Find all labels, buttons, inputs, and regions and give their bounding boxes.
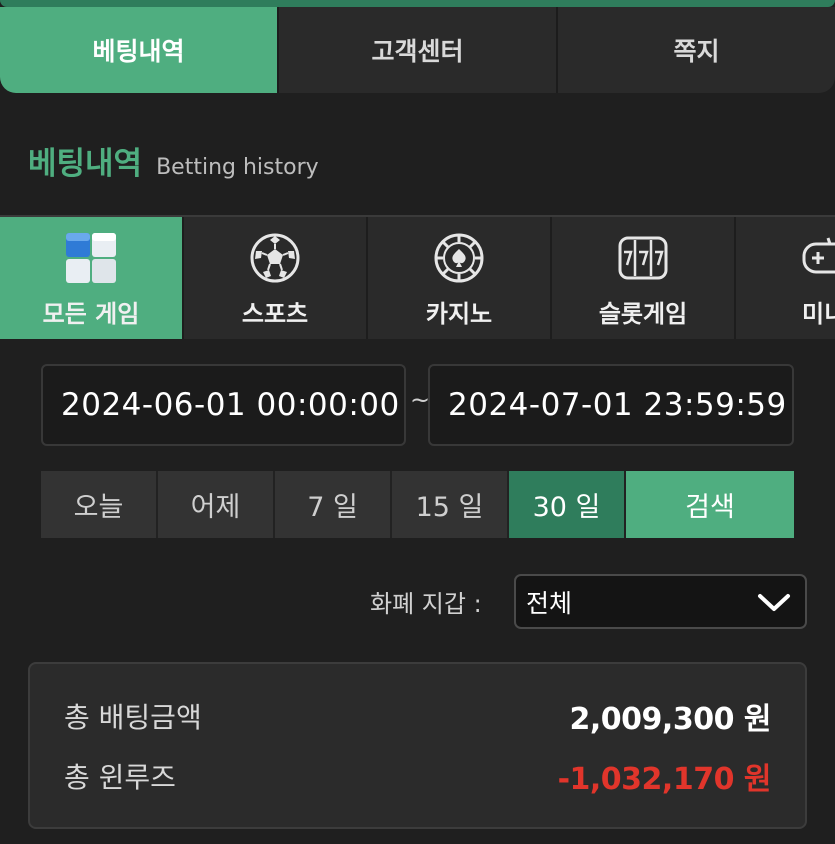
main-tabs: 베팅내역 고객센터 쪽지 xyxy=(0,7,835,93)
category-label: 스포츠 xyxy=(241,300,309,328)
range-yesterday-button[interactable]: 어제 xyxy=(158,471,275,538)
category-sports[interactable]: 스포츠 xyxy=(184,217,368,339)
page-title-en: Betting history xyxy=(156,155,319,180)
total-winloss-value: -1,032,170 원 xyxy=(557,762,772,797)
range-today-button[interactable]: 오늘 xyxy=(41,471,158,538)
category-slot[interactable]: 슬롯게임 xyxy=(552,217,736,339)
category-mini[interactable]: 미니 xyxy=(736,217,835,339)
start-date-input[interactable]: 2024-06-01 00:00:00 xyxy=(41,364,406,446)
total-winloss-label: 총 윈루즈 xyxy=(64,761,176,794)
wallet-label: 화폐 지갑 : xyxy=(370,590,482,618)
tab-customer-center[interactable]: 고객센터 xyxy=(279,7,558,93)
category-label: 미니 xyxy=(802,300,835,328)
end-date-input[interactable]: 2024-07-01 23:59:59 xyxy=(428,364,794,446)
slot-777-icon xyxy=(615,230,671,286)
category-all-games[interactable]: 모든 게임 xyxy=(0,217,184,339)
search-button[interactable]: 검색 xyxy=(626,471,794,538)
soccer-ball-icon xyxy=(247,230,303,286)
game-category-bar: 모든 게임 스포츠 카지노 슬롯게임 미 xyxy=(0,215,835,339)
all-games-icon xyxy=(63,230,119,286)
range-7-days-button[interactable]: 7 일 xyxy=(275,471,392,538)
category-label: 슬롯게임 xyxy=(598,300,688,328)
casino-chip-icon xyxy=(431,230,487,286)
category-casino[interactable]: 카지노 xyxy=(368,217,552,339)
tab-messages[interactable]: 쪽지 xyxy=(558,7,835,93)
quick-range-row: 오늘 어제 7 일 15 일 30 일 검색 xyxy=(41,471,794,538)
page-title-ko: 베팅내역 xyxy=(28,146,143,182)
summary-total-bet-row: 총 배팅금액 2,009,300 원 xyxy=(64,694,772,738)
top-accent-strip xyxy=(0,0,835,7)
range-15-days-button[interactable]: 15 일 xyxy=(392,471,509,538)
total-bet-value: 2,009,300 원 xyxy=(569,702,772,737)
tab-betting-history[interactable]: 베팅내역 xyxy=(0,7,279,93)
range-30-days-button[interactable]: 30 일 xyxy=(509,471,626,538)
chevron-down-icon xyxy=(757,588,791,616)
summary-panel: 총 배팅금액 2,009,300 원 총 윈루즈 -1,032,170 원 xyxy=(28,662,807,829)
summary-winloss-row: 총 윈루즈 -1,032,170 원 xyxy=(64,754,772,798)
category-label: 모든 게임 xyxy=(42,300,140,328)
wallet-select[interactable]: 전체 xyxy=(514,574,807,629)
category-label: 카지노 xyxy=(425,300,493,328)
page-title: 베팅내역 Betting history xyxy=(28,138,319,183)
wallet-selected-value: 전체 xyxy=(526,588,573,618)
gamepad-icon xyxy=(802,230,835,286)
total-bet-label: 총 배팅금액 xyxy=(64,701,202,734)
